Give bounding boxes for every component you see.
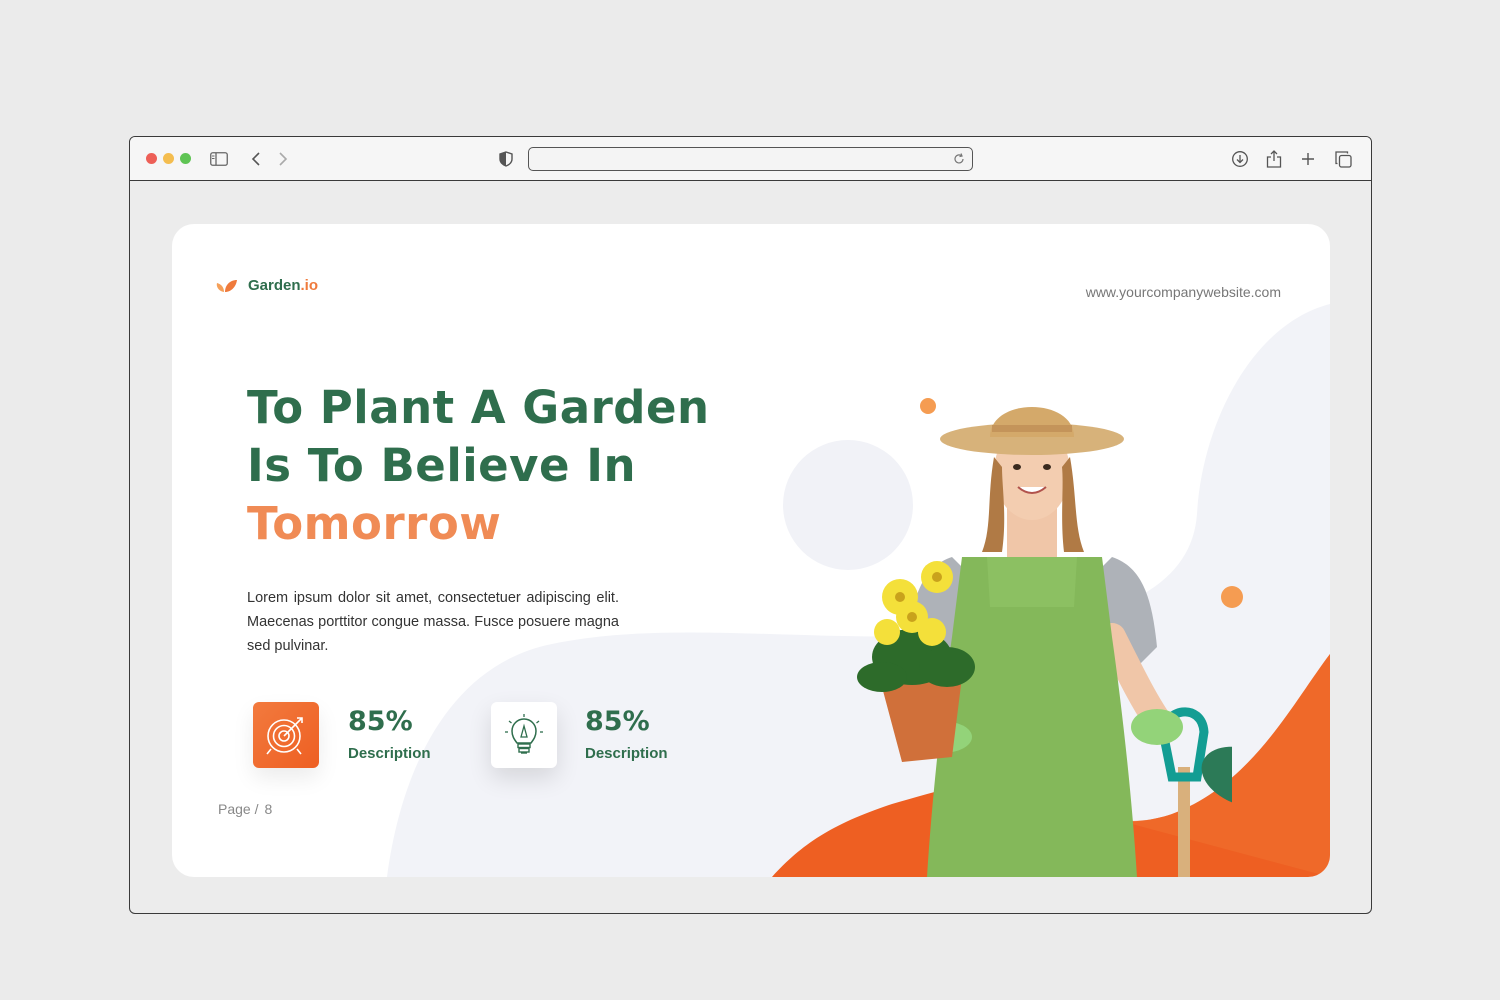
- lightbulb-icon: [505, 714, 543, 754]
- stat-2-icon-box: [491, 702, 557, 768]
- back-icon[interactable]: [246, 149, 266, 169]
- page-label: Page /: [218, 801, 259, 817]
- stat-1-icon-box: [253, 702, 319, 768]
- stat-1-value: 85%: [348, 706, 413, 737]
- sidebar-icon[interactable]: [209, 149, 229, 169]
- headline-line-3: Tomorrow: [247, 497, 502, 550]
- shield-icon[interactable]: [496, 149, 516, 169]
- forward-icon[interactable]: [273, 149, 293, 169]
- brand-name: Garden.io: [248, 277, 319, 294]
- gardener-photo: [857, 407, 1232, 877]
- presentation-slide: Garden.io www.yourcompanywebsite.com To …: [172, 224, 1330, 877]
- address-bar[interactable]: [528, 147, 973, 171]
- body-paragraph: Lorem ipsum dolor sit amet, consectetuer…: [247, 590, 619, 654]
- browser-toolbar: [130, 137, 1371, 181]
- leaf-icon: [216, 279, 237, 292]
- headline-line-1: To Plant A Garden: [247, 381, 710, 434]
- download-icon[interactable]: [1230, 149, 1250, 169]
- close-window-button[interactable]: [146, 153, 157, 164]
- reload-icon[interactable]: [952, 151, 966, 165]
- brand-logo[interactable]: Garden.io: [216, 277, 318, 294]
- stat-2-label: Description: [585, 745, 668, 762]
- browser-window: Garden.io www.yourcompanywebsite.com To …: [129, 136, 1372, 914]
- target-icon: [266, 717, 303, 755]
- headline-line-2: Is To Believe In: [247, 439, 636, 492]
- page-indicator: Page / 8: [218, 801, 272, 817]
- headline: To Plant A Garden Is To Believe In Tomor…: [247, 379, 710, 553]
- maximize-window-button[interactable]: [180, 153, 191, 164]
- share-icon[interactable]: [1264, 149, 1284, 169]
- stat-1-label: Description: [348, 745, 431, 762]
- page-number: 8: [264, 801, 273, 817]
- new-tab-icon[interactable]: [1298, 149, 1318, 169]
- website-url[interactable]: www.yourcompanywebsite.com: [1086, 284, 1281, 300]
- tabs-icon[interactable]: [1333, 149, 1353, 169]
- minimize-window-button[interactable]: [163, 153, 174, 164]
- stat-2-value: 85%: [585, 706, 650, 737]
